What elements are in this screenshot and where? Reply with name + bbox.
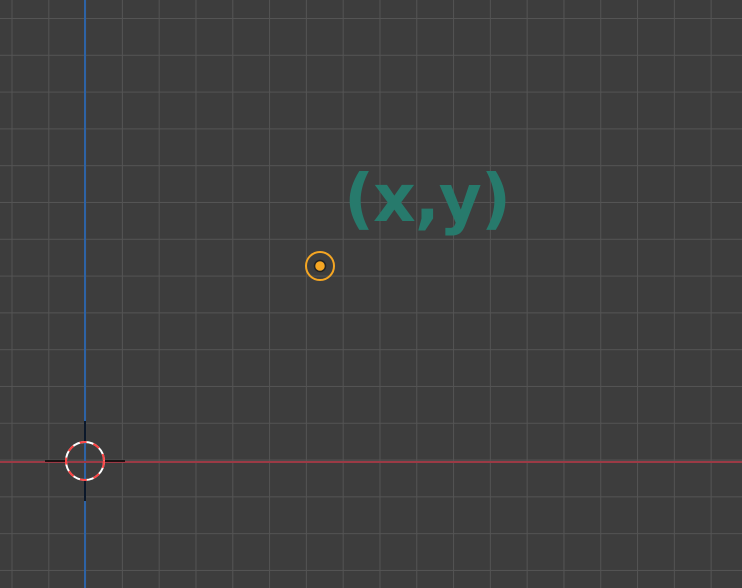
origin-point-icon[interactable] [304, 250, 336, 282]
3d-viewport[interactable]: (x,y) [0, 0, 742, 588]
3d-cursor-icon[interactable] [45, 421, 125, 501]
coordinate-label: (x,y) [344, 160, 511, 237]
